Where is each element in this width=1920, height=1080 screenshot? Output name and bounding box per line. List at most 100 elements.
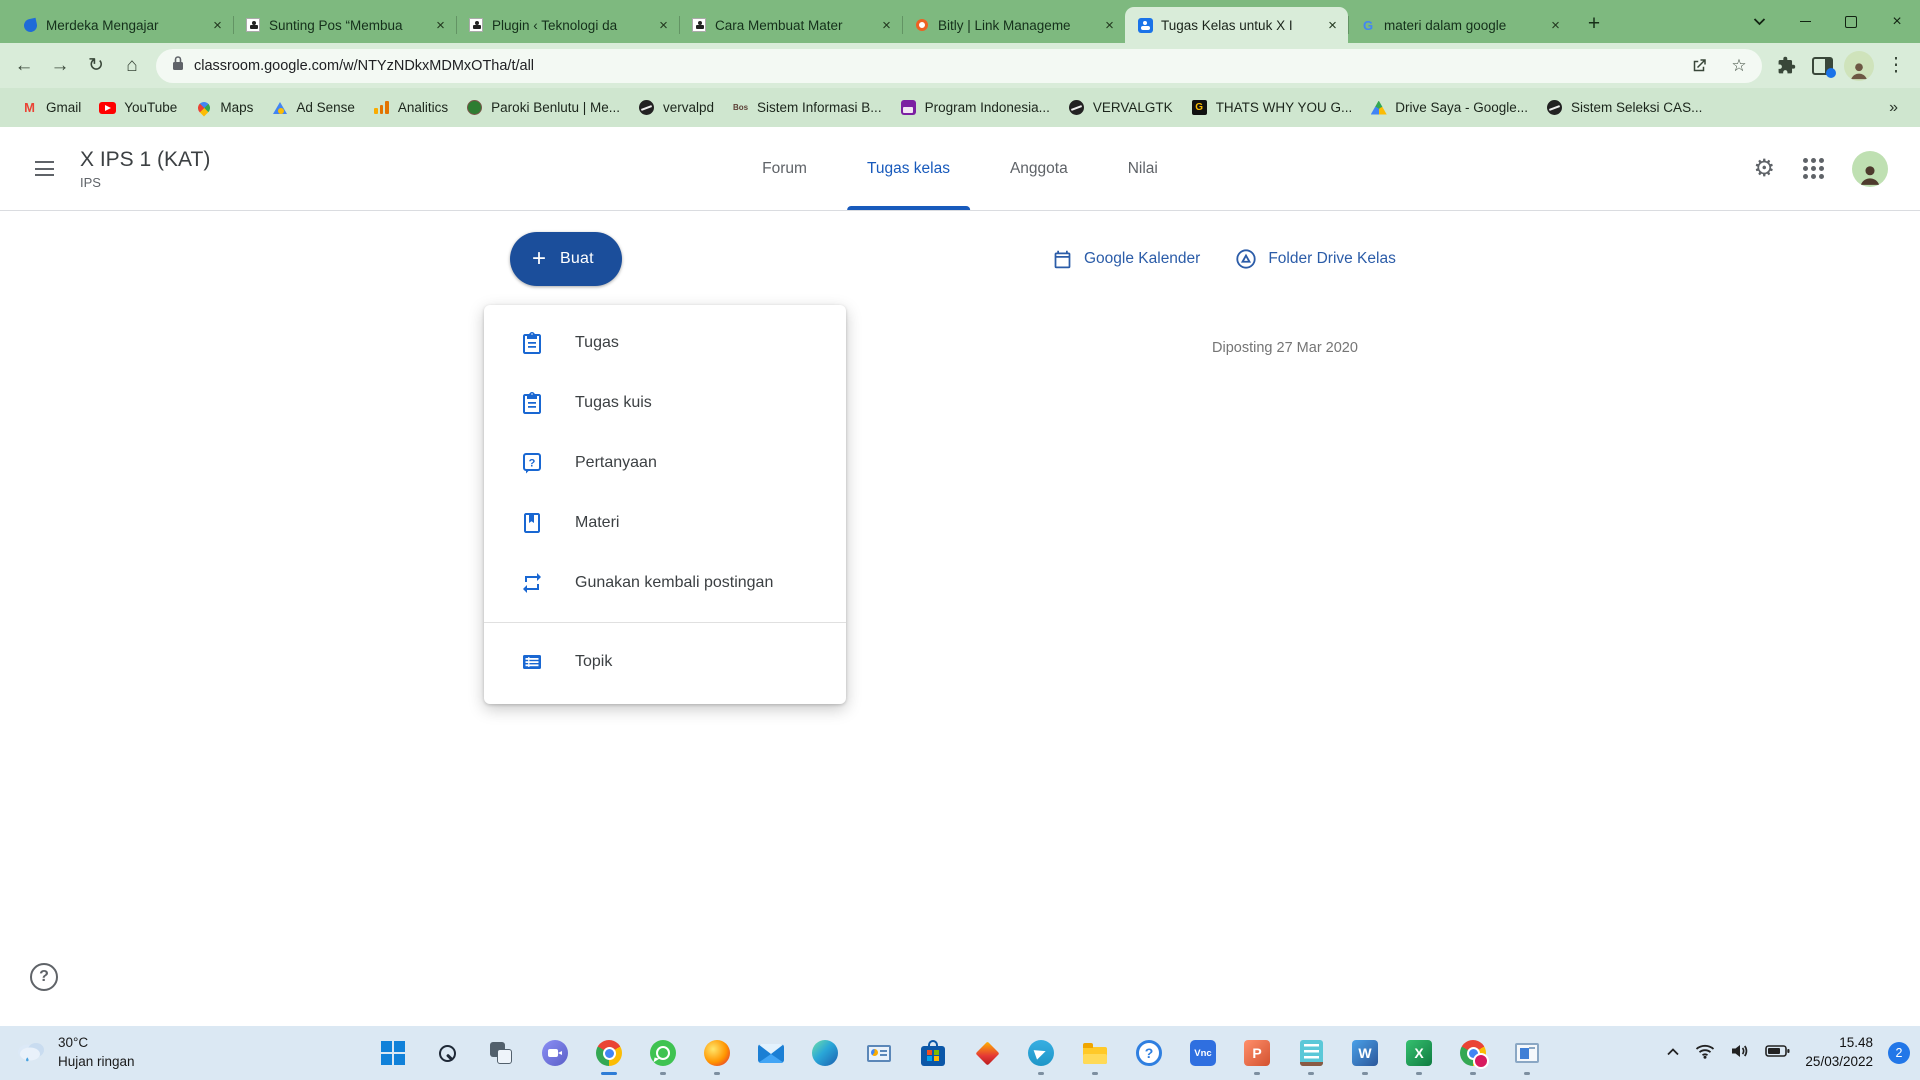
bookmark-thats-why[interactable]: G THATS WHY YOU G...: [1182, 94, 1362, 121]
browser-tab-merdeka[interactable]: Merdeka Mengajar ×: [10, 7, 233, 43]
svg-text:?: ?: [529, 458, 536, 470]
close-window-button[interactable]: ×: [1874, 0, 1920, 43]
bookmark-star-icon[interactable]: ☆: [1724, 51, 1754, 81]
menu-item-tugas-kuis[interactable]: Tugas kuis: [484, 373, 846, 433]
create-button[interactable]: + Buat: [510, 232, 622, 286]
address-bar[interactable]: classroom.google.com/w/NTYzNDkxMDMxOTha/…: [156, 49, 1762, 83]
word-icon[interactable]: W: [1352, 1040, 1378, 1066]
microsoft-store-icon[interactable]: [920, 1040, 946, 1066]
browser-tab-sunting-pos[interactable]: Sunting Pos “Membua ×: [233, 7, 456, 43]
menu-item-pertanyaan[interactable]: ? Pertanyaan: [484, 433, 846, 493]
minimize-button[interactable]: [1782, 0, 1828, 43]
notification-badge[interactable]: 2: [1888, 1042, 1910, 1064]
task-view-icon[interactable]: [488, 1040, 514, 1066]
tab-nilai[interactable]: Nilai: [1098, 127, 1188, 210]
vnc-viewer-icon[interactable]: Vnc: [1190, 1040, 1216, 1066]
wifi-icon[interactable]: [1695, 1043, 1715, 1064]
hamburger-menu-icon[interactable]: [24, 149, 64, 189]
window-app-icon[interactable]: [1514, 1040, 1540, 1066]
account-avatar[interactable]: [1852, 151, 1888, 187]
bookmark-analytics[interactable]: Analitics: [364, 94, 457, 121]
battery-icon[interactable]: [1765, 1044, 1790, 1063]
get-help-icon[interactable]: ?: [1136, 1040, 1162, 1066]
tab-close-icon[interactable]: ×: [654, 16, 673, 35]
browser-profile-avatar[interactable]: [1844, 51, 1874, 81]
file-explorer-icon[interactable]: [1082, 1040, 1108, 1066]
bookmark-sistem-informasi[interactable]: Bos Sistem Informasi B...: [723, 94, 891, 121]
analytics-icon: [373, 99, 390, 116]
browser-tab-cara-membuat[interactable]: Cara Membuat Mater ×: [679, 7, 902, 43]
control-panel-icon[interactable]: [866, 1040, 892, 1066]
tab-search-chevron-icon[interactable]: [1736, 0, 1782, 43]
bookmark-gmail[interactable]: M Gmail: [12, 94, 90, 121]
share-icon[interactable]: [1684, 51, 1714, 81]
apps-grid-icon[interactable]: [1803, 158, 1824, 179]
diamond-app-icon[interactable]: [974, 1040, 1000, 1066]
browser-tab-materi-google[interactable]: G materi dalam google ×: [1348, 7, 1571, 43]
bookmark-drive-saya[interactable]: Drive Saya - Google...: [1361, 94, 1537, 121]
bookmarks-overflow-icon[interactable]: »: [1879, 99, 1908, 117]
notepad-icon[interactable]: [1298, 1040, 1324, 1066]
browser-tab-plugin[interactable]: Plugin ‹ Teknologi da ×: [456, 7, 679, 43]
tab-forum[interactable]: Forum: [732, 127, 837, 210]
weather-temperature: 30°C: [58, 1034, 135, 1053]
tab-close-icon[interactable]: ×: [208, 16, 227, 35]
class-title-block[interactable]: X IPS 1 (KAT) IPS: [80, 147, 210, 189]
tab-close-icon[interactable]: ×: [431, 16, 450, 35]
browser-tab-bitly[interactable]: Bitly | Link Manageme ×: [902, 7, 1125, 43]
tab-close-icon[interactable]: ×: [1323, 16, 1342, 35]
menu-item-tugas[interactable]: Tugas: [484, 313, 846, 373]
help-icon[interactable]: ?: [30, 963, 58, 991]
maximize-button[interactable]: [1828, 0, 1874, 43]
whatsapp-icon[interactable]: [650, 1040, 676, 1066]
bookmark-vervalgtk[interactable]: VERVALGTK: [1059, 94, 1182, 121]
browser-menu-icon[interactable]: ⋮: [1878, 48, 1914, 84]
bookmark-adsense[interactable]: Ad Sense: [262, 94, 364, 121]
google-calendar-link[interactable]: Google Kalender: [1050, 247, 1200, 271]
tab-tugas-kelas[interactable]: Tugas kelas: [837, 127, 980, 210]
back-button[interactable]: ←: [6, 48, 42, 84]
tab-anggota[interactable]: Anggota: [980, 127, 1098, 210]
bookmark-paroki[interactable]: Paroki Benlutu | Me...: [457, 94, 629, 121]
extensions-puzzle-icon[interactable]: [1768, 48, 1804, 84]
excel-icon[interactable]: X: [1406, 1040, 1432, 1066]
menu-item-gunakan-kembali[interactable]: Gunakan kembali postingan: [484, 553, 846, 613]
clock-widget[interactable]: 15.48 25/03/2022: [1805, 1034, 1873, 1072]
taskbar-weather-widget[interactable]: 30°C Hujan ringan: [14, 1026, 135, 1080]
volume-icon[interactable]: [1730, 1043, 1750, 1064]
telegram-icon[interactable]: [1028, 1040, 1054, 1066]
home-button[interactable]: ⌂: [114, 48, 150, 84]
tab-close-icon[interactable]: ×: [1546, 16, 1565, 35]
drive-folder-link[interactable]: Folder Drive Kelas: [1234, 247, 1396, 271]
mail-icon[interactable]: [758, 1040, 784, 1066]
bookmark-program-indonesia[interactable]: Program Indonesia...: [891, 94, 1059, 121]
edge-icon[interactable]: [812, 1040, 838, 1066]
chat-icon[interactable]: [542, 1040, 568, 1066]
create-menu: Tugas Tugas kuis ? Pertanyaan Materi: [484, 305, 846, 704]
bookmark-vervalpd[interactable]: vervalpd: [629, 94, 723, 121]
url-text[interactable]: classroom.google.com/w/NTYzNDkxMDMxOTha/…: [194, 58, 1674, 74]
adsense-icon: [271, 99, 288, 116]
search-icon[interactable]: [434, 1040, 460, 1066]
forward-button[interactable]: →: [42, 48, 78, 84]
powerpoint-icon[interactable]: P: [1244, 1040, 1270, 1066]
globe-icon: [638, 99, 655, 116]
bookmark-youtube[interactable]: YouTube: [90, 94, 186, 121]
menu-item-materi[interactable]: Materi: [484, 493, 846, 553]
reuse-post-icon: [520, 571, 544, 595]
browser-tab-tugas-kelas-active[interactable]: Tugas Kelas untuk X I ×: [1125, 7, 1348, 43]
bookmark-maps[interactable]: Maps: [186, 94, 262, 121]
side-panel-icon[interactable]: [1804, 48, 1840, 84]
reload-button[interactable]: ↻: [78, 48, 114, 84]
chrome-profile-icon[interactable]: [1460, 1040, 1486, 1066]
gear-icon[interactable]: ⚙: [1753, 157, 1775, 181]
new-tab-button[interactable]: +: [1579, 9, 1609, 39]
bookmark-sistem-seleksi[interactable]: Sistem Seleksi CAS...: [1537, 94, 1711, 121]
tab-close-icon[interactable]: ×: [877, 16, 896, 35]
firefox-icon[interactable]: [704, 1040, 730, 1066]
menu-item-topik[interactable]: Topik: [484, 632, 846, 692]
tray-chevron-icon[interactable]: [1666, 1044, 1680, 1062]
chrome-icon[interactable]: [596, 1040, 622, 1066]
start-button[interactable]: [380, 1040, 406, 1066]
tab-close-icon[interactable]: ×: [1100, 16, 1119, 35]
